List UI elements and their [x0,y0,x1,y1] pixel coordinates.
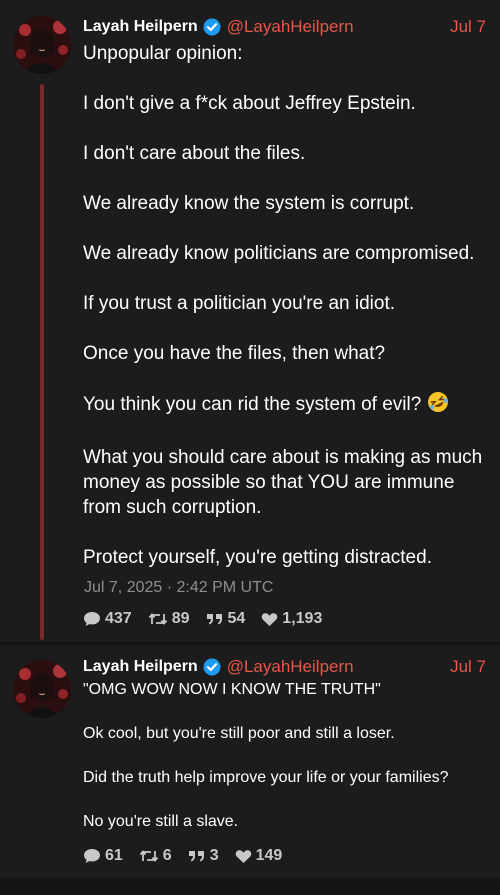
tweet-paragraph: What you should care about is making as … [83,447,483,518]
tweet-paragraph: No you're still a slave. [83,813,239,830]
like-button[interactable]: 149 [235,847,283,865]
tweet-stats: 437 89 54 1,193 [83,610,338,628]
tweet-main[interactable]: Layah Heilpern @LayahHeilpern Jul 7 Unpo… [0,0,500,642]
retweet-button[interactable]: 6 [139,847,172,865]
tweet-paragraph: We already know the system is corrupt. [83,193,415,214]
retweet-arrows-icon [139,850,158,862]
tweet-paragraph-with-emoji: You think you can rid the system of evil… [83,391,488,420]
tweet-paragraph-text: You think you can rid the system of evil… [83,394,422,415]
tweet-text: "OMG WOW NOW I KNOW THE TRUTH" Ok cool, … [83,679,488,833]
tweet-timestamp[interactable]: Jul 7, 2025 · 2:42 PM UTC [84,579,273,597]
author-name[interactable]: Layah Heilpern [83,658,198,676]
like-count: 149 [255,847,283,864]
heart-icon [262,612,278,626]
quote-count: 3 [209,847,219,864]
reply-button[interactable]: 61 [83,847,123,865]
quote-button[interactable]: 3 [188,847,219,865]
avatar-image [13,660,71,718]
tweet-paragraph: Protect yourself, you're getting distrac… [83,547,432,568]
thread: Layah Heilpern @LayahHeilpern Jul 7 Unpo… [0,0,500,895]
author-handle[interactable]: @LayahHeilpern [227,17,354,37]
tweet-paragraph: Did the truth help improve your life or … [83,769,449,786]
speech-bubble-icon [84,849,100,863]
tweet-paragraph: I don't give a f*ck about Jeffrey Epstei… [83,93,416,114]
tweet-header: Layah Heilpern @LayahHeilpern Jul 7 [83,15,486,39]
speech-bubble-icon [84,612,100,626]
verified-badge-icon [203,18,221,36]
tweet-date-link[interactable]: Jul 7 [450,657,486,677]
tweet-paragraph: "OMG WOW NOW I KNOW THE TRUTH" [83,681,381,698]
author-name[interactable]: Layah Heilpern [83,18,198,36]
tweet-paragraph: If you trust a politician you're an idio… [83,293,396,314]
verified-badge-icon [203,658,221,676]
author-handle[interactable]: @LayahHeilpern [227,657,354,677]
quote-marks-icon [188,851,204,862]
tweet-stats: 61 6 3 149 [83,847,298,865]
quote-button[interactable]: 54 [206,610,246,628]
tweet-paragraph: Once you have the files, then what? [83,343,386,364]
quote-marks-icon [206,614,222,625]
avatar[interactable] [13,16,71,74]
retweet-button[interactable]: 89 [148,610,190,628]
reply-button[interactable]: 437 [83,610,132,628]
like-button[interactable]: 1,193 [261,610,322,628]
quote-count: 54 [227,610,246,627]
avatar-image [13,16,71,74]
tweet-reply[interactable]: Layah Heilpern @LayahHeilpern Jul 7 "OMG… [0,645,500,878]
thread-connector-line [40,84,44,640]
tweet-paragraph: We already know politicians are compromi… [83,243,475,264]
tweet-text: Unpopular opinion: I don't give a f*ck a… [83,41,488,570]
avatar[interactable] [13,660,71,718]
tweet-paragraph: Ok cool, but you're still poor and still… [83,725,395,742]
rolling-on-floor-laughing-icon [427,391,449,420]
tweet-paragraph: Unpopular opinion: [83,43,243,64]
tweet-paragraph: I don't care about the files. [83,143,306,164]
reply-count: 437 [105,610,132,627]
tweet-header: Layah Heilpern @LayahHeilpern Jul 7 [83,655,486,679]
like-count: 1,193 [282,610,323,627]
retweet-arrows-icon [148,613,167,625]
retweet-count: 89 [171,610,190,627]
reply-count: 61 [105,847,123,864]
tweet-date-link[interactable]: Jul 7 [450,17,486,37]
retweet-count: 6 [162,847,172,864]
heart-icon [235,849,251,863]
